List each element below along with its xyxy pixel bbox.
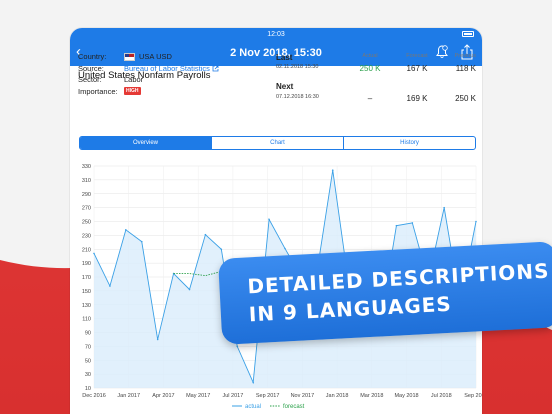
actual-point: [125, 229, 127, 231]
actual-point: [188, 288, 191, 291]
y-tick-label: 190: [82, 261, 91, 267]
y-tick-label: 250: [82, 220, 91, 226]
y-tick-label: 110: [82, 317, 91, 323]
actual-point: [331, 169, 334, 171]
legend-actual-label: actual: [245, 404, 261, 410]
last-previous: 118 K: [455, 64, 476, 73]
source-value[interactable]: Bureau of Labor Statistics: [124, 64, 210, 73]
sector-value: Labor: [124, 75, 144, 85]
previous-header: Previous: [454, 53, 476, 59]
source-link[interactable]: Bureau of Labor Statistics: [124, 64, 219, 73]
device-screen: 12:03 ‹ 2 Nov 2018, 15:30 United States …: [70, 28, 482, 414]
x-tick-label: Sep 2017: [256, 393, 280, 399]
x-tick-label: Sep 2018: [464, 393, 482, 399]
importance-badge: HIGH: [124, 87, 141, 96]
y-tick-label: 210: [82, 247, 91, 253]
importance-label: Importance:: [78, 86, 118, 96]
tab-overview[interactable]: Overview: [80, 137, 212, 149]
x-tick-label: May 2018: [394, 393, 418, 399]
y-tick-label: 270: [82, 206, 91, 212]
y-tick-label: 330: [82, 164, 91, 170]
y-tick-label: 130: [82, 303, 91, 309]
y-tick-label: 290: [82, 192, 91, 198]
country-row: Country: USA USD: [78, 51, 268, 63]
release-stats: Last Actual Forecast Previous 02.11.2018…: [276, 53, 476, 103]
x-tick-label: Jan 2018: [326, 393, 349, 399]
x-tick-label: Jul 2018: [431, 393, 452, 399]
actual-point: [443, 206, 445, 209]
actual-point: [475, 220, 477, 223]
x-tick-label: Apr 2017: [152, 393, 174, 399]
y-tick-label: 10: [85, 386, 91, 392]
actual-point: [252, 381, 254, 384]
y-tick-label: 70: [85, 344, 91, 350]
y-tick-label: 310: [82, 178, 91, 184]
next-date: 07.12.2018 16:30: [276, 94, 319, 100]
next-label: Next: [276, 82, 294, 91]
actual-point: [140, 240, 143, 243]
actual-point: [109, 285, 111, 287]
country-value: USA USD: [139, 52, 172, 62]
last-forecast: 167 K: [406, 64, 428, 73]
status-bar: 12:03: [70, 28, 482, 40]
promo-banner: DETAILED DESCRIPTIONS IN 9 LANGUAGES: [217, 241, 552, 345]
actual-header: Actual: [362, 53, 378, 59]
x-tick-label: Jan 2017: [117, 393, 140, 399]
x-tick-label: Mar 2018: [360, 393, 383, 399]
legend-forecast-label: forecast: [283, 404, 305, 410]
importance-row: Importance: HIGH: [78, 86, 268, 98]
forecast-header: Forecast: [406, 53, 428, 59]
x-tick-label: Jul 2017: [223, 393, 244, 399]
y-tick-label: 150: [82, 289, 91, 295]
actual-point: [284, 247, 286, 250]
actual-point: [93, 252, 95, 255]
y-tick-label: 90: [85, 331, 91, 337]
stats-next-row: Next: [276, 82, 476, 91]
event-info-list: Country: USA USD Source: Bureau of Labor…: [78, 51, 268, 97]
x-tick-label: Nov 2017: [291, 393, 315, 399]
tab-bar: Overview Chart History: [79, 136, 476, 150]
external-link-icon[interactable]: [212, 65, 219, 72]
next-previous: 250 K: [455, 94, 476, 103]
tab-chart[interactable]: Chart: [212, 137, 344, 149]
source-row: Source: Bureau of Labor Statistics: [78, 63, 268, 75]
sector-row: Sector: Labor: [78, 74, 268, 86]
actual-point: [156, 338, 159, 341]
actual-point: [220, 248, 223, 251]
us-flag-icon: [124, 52, 135, 61]
last-actual: 250 K: [359, 64, 381, 73]
y-tick-label: 50: [85, 358, 91, 364]
actual-point: [395, 224, 398, 227]
actual-point: [236, 345, 239, 348]
last-date: 02.11.2018 15:30: [276, 64, 319, 70]
stats-next-values: 07.12.2018 16:30 – 169 K 250 K: [276, 94, 476, 103]
battery-icon: [462, 31, 474, 37]
stats-last-row: Last Actual Forecast Previous: [276, 53, 476, 62]
source-label: Source:: [78, 63, 104, 73]
next-actual: –: [367, 94, 373, 103]
status-time: 12:03: [267, 30, 285, 38]
last-label: Last: [276, 53, 293, 62]
country-label: Country:: [78, 52, 107, 62]
next-forecast: 169 K: [406, 94, 428, 103]
actual-point: [268, 218, 270, 221]
actual-point: [204, 233, 207, 236]
y-tick-label: 170: [82, 275, 91, 281]
x-tick-label: May 2017: [186, 393, 210, 399]
sector-label: Sector:: [78, 75, 102, 85]
stats-last-values: 02.11.2018 15:30 250 K 167 K 118 K: [276, 64, 476, 73]
y-tick-label: 230: [82, 233, 91, 239]
y-tick-label: 30: [85, 372, 91, 378]
actual-point: [411, 222, 414, 224]
tab-history[interactable]: History: [344, 137, 475, 149]
x-tick-label: Dec 2016: [82, 393, 106, 399]
